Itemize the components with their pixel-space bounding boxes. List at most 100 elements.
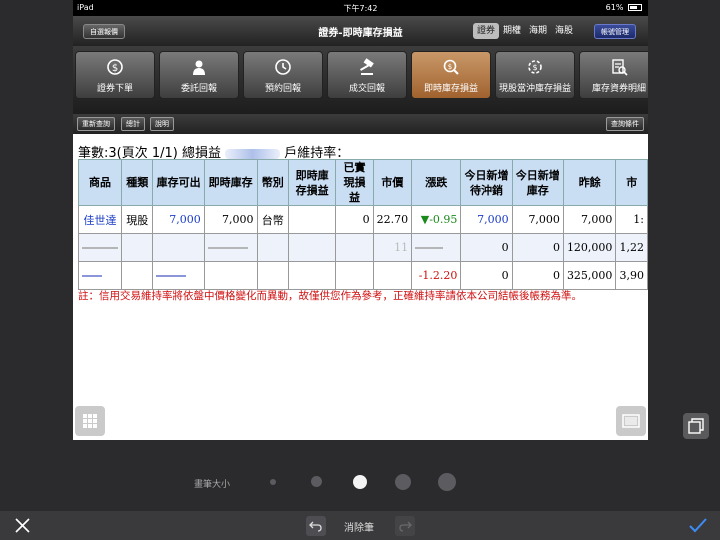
clear-pen-button[interactable]: 消除筆 xyxy=(344,519,374,534)
function-deal-report-button[interactable]: 成交回報 xyxy=(327,51,407,99)
function-daytrade-pnl-button[interactable]: $ 現股當沖庫存損益 xyxy=(495,51,575,99)
prev-balance-cell: 7,000 xyxy=(562,205,617,234)
function-label: 委託回報 xyxy=(180,84,217,94)
today-pending-cell: 0 xyxy=(460,233,513,262)
redo-button[interactable] xyxy=(395,516,415,536)
svg-text:$: $ xyxy=(112,63,118,74)
pen-size-option[interactable] xyxy=(395,474,411,490)
product-cell[interactable]: 佳世達 xyxy=(78,205,122,234)
segment-futures-options[interactable]: 期權 xyxy=(499,23,525,39)
pen-size-option[interactable] xyxy=(438,473,456,491)
segment-overseas-futures[interactable]: 海期 xyxy=(525,23,551,39)
svg-text:$: $ xyxy=(448,63,452,71)
column-header: 市 xyxy=(615,159,648,206)
undo-icon xyxy=(309,521,322,532)
unrealized-pnl-cell xyxy=(287,233,337,262)
today-pending-cell: 7,000 xyxy=(460,205,513,234)
today-new-stock-cell: 0 xyxy=(511,261,564,290)
function-bar: $ 證券下單 委託回報 預約回報 成交回報 $ 即時庫存損益 $ 現股當沖庫存損… xyxy=(73,46,648,114)
market-value-cell: 1: xyxy=(615,205,648,234)
redacted-mark xyxy=(156,275,187,277)
available-qty-cell xyxy=(152,233,205,262)
pen-size-label: 畫筆大小 xyxy=(194,480,231,490)
redacted-mark xyxy=(82,275,102,277)
today-pending-cell: 0 xyxy=(460,261,513,290)
currency-cell: 台幣 xyxy=(256,205,289,234)
status-bar: iPad 下午7:42 61% xyxy=(73,0,648,16)
window-icon xyxy=(622,414,640,428)
nav-bar: 自選報價 證券-即時庫存損益 證券 期權 海期 海股 帳號管理 xyxy=(73,16,648,46)
market-segment-control: 證券 期權 海期 海股 xyxy=(473,23,577,39)
duplicate-page-button[interactable] xyxy=(683,413,709,439)
function-label: 證券下單 xyxy=(96,84,133,94)
keypad-toggle-button[interactable] xyxy=(75,406,105,436)
realtime-qty-cell xyxy=(203,261,258,290)
pen-size-option[interactable] xyxy=(311,476,322,487)
total-button[interactable]: 總計 xyxy=(121,117,145,131)
type-cell xyxy=(120,233,154,262)
table-row[interactable]: -1.2.20 0 0 325,000 3,90 xyxy=(78,261,648,290)
function-realtime-pnl-button[interactable]: $ 即時庫存損益 xyxy=(411,51,491,99)
dollar-gear-icon: $ xyxy=(528,60,542,74)
available-qty-cell: 7,000 xyxy=(152,205,205,234)
segment-securities[interactable]: 證券 xyxy=(473,23,500,39)
help-button[interactable]: 說明 xyxy=(150,117,174,131)
column-header: 種類 xyxy=(120,159,154,206)
clock: 下午7:42 xyxy=(343,4,378,13)
segment-overseas-stocks[interactable]: 海股 xyxy=(551,23,577,39)
grid-icon xyxy=(83,414,97,428)
available-qty-cell xyxy=(152,261,205,290)
query-toolbar: 重新查詢 總計 說明 查詢條件 xyxy=(73,114,648,134)
currency-cell xyxy=(256,261,289,290)
account-management-button[interactable]: 帳號管理 xyxy=(594,24,636,39)
function-order-report-button[interactable]: 委託回報 xyxy=(159,51,239,99)
change-cell xyxy=(411,233,462,262)
prev-balance-cell: 325,000 xyxy=(562,261,617,290)
refresh-query-button[interactable]: 重新查詢 xyxy=(77,117,115,131)
column-header: 市價 xyxy=(372,159,413,206)
function-stock-order-button[interactable]: $ 證券下單 xyxy=(75,51,155,99)
undo-button[interactable] xyxy=(306,516,326,536)
table-row[interactable]: 佳世達 現股 7,000 7,000 台幣 0 22.70 ▼-0.95 7,0… xyxy=(78,205,648,234)
pen-size-option[interactable] xyxy=(270,479,276,485)
battery-percent: 61% xyxy=(605,3,624,12)
product-cell[interactable] xyxy=(78,233,122,262)
product-cell[interactable] xyxy=(78,261,122,290)
realized-pnl-cell xyxy=(335,233,374,262)
column-header: 今日新增待沖銷 xyxy=(460,159,513,206)
change-value: -0.95 xyxy=(429,213,458,226)
table-row[interactable]: 11 0 0 120,000 1,22 xyxy=(78,233,648,262)
fullscreen-toggle-button[interactable] xyxy=(616,406,646,436)
redacted-mark xyxy=(415,247,444,249)
function-label: 現股當沖庫存損益 xyxy=(498,84,571,94)
today-new-stock-cell: 0 xyxy=(511,233,564,262)
document-search-icon xyxy=(612,59,628,76)
currency-cell xyxy=(256,233,289,262)
pen-size-option-selected[interactable] xyxy=(353,475,367,489)
checkmark-icon[interactable] xyxy=(688,517,708,534)
column-header: 今日新增庫存 xyxy=(511,159,564,206)
close-icon[interactable] xyxy=(14,517,31,534)
battery-icon xyxy=(628,4,642,11)
query-conditions-button[interactable]: 查詢條件 xyxy=(606,117,644,131)
type-cell: 現股 xyxy=(120,205,154,234)
gavel-icon xyxy=(360,58,374,75)
down-arrow-icon: ▼ xyxy=(420,213,430,226)
function-scheduled-report-button[interactable]: 預約回報 xyxy=(243,51,323,99)
type-cell xyxy=(120,261,154,290)
function-label: 庫存資券明細 xyxy=(591,84,646,94)
copy-icon xyxy=(688,418,704,434)
redacted-total-pnl xyxy=(225,148,281,159)
function-inventory-detail-button[interactable]: 庫存資券明細 xyxy=(579,51,648,99)
svg-text:$: $ xyxy=(532,63,537,72)
disclaimer-notice: 註：信用交易維持率將依盤中價格變化而異動，故僅供您作為參考，正確維持率請依本公司… xyxy=(78,290,582,302)
column-header: 庫存可出 xyxy=(152,159,205,206)
pen-toolbar: 畫筆大小 xyxy=(0,441,720,511)
column-header: 商品 xyxy=(78,159,122,206)
dollar-cycle-icon: $ xyxy=(107,59,123,75)
column-header: 已實現損益 xyxy=(335,159,374,206)
table-header-row: 商品 種類 庫存可出 即時庫存 幣別 即時庫存損益 已實現損益 市價 漲跌 今日… xyxy=(78,159,648,206)
screen: iPad 下午7:42 61% 自選報價 證券-即時庫存損益 證券 期權 海期 … xyxy=(0,0,720,540)
today-new-stock-cell: 7,000 xyxy=(511,205,564,234)
realized-pnl-cell: 0 xyxy=(335,205,374,234)
